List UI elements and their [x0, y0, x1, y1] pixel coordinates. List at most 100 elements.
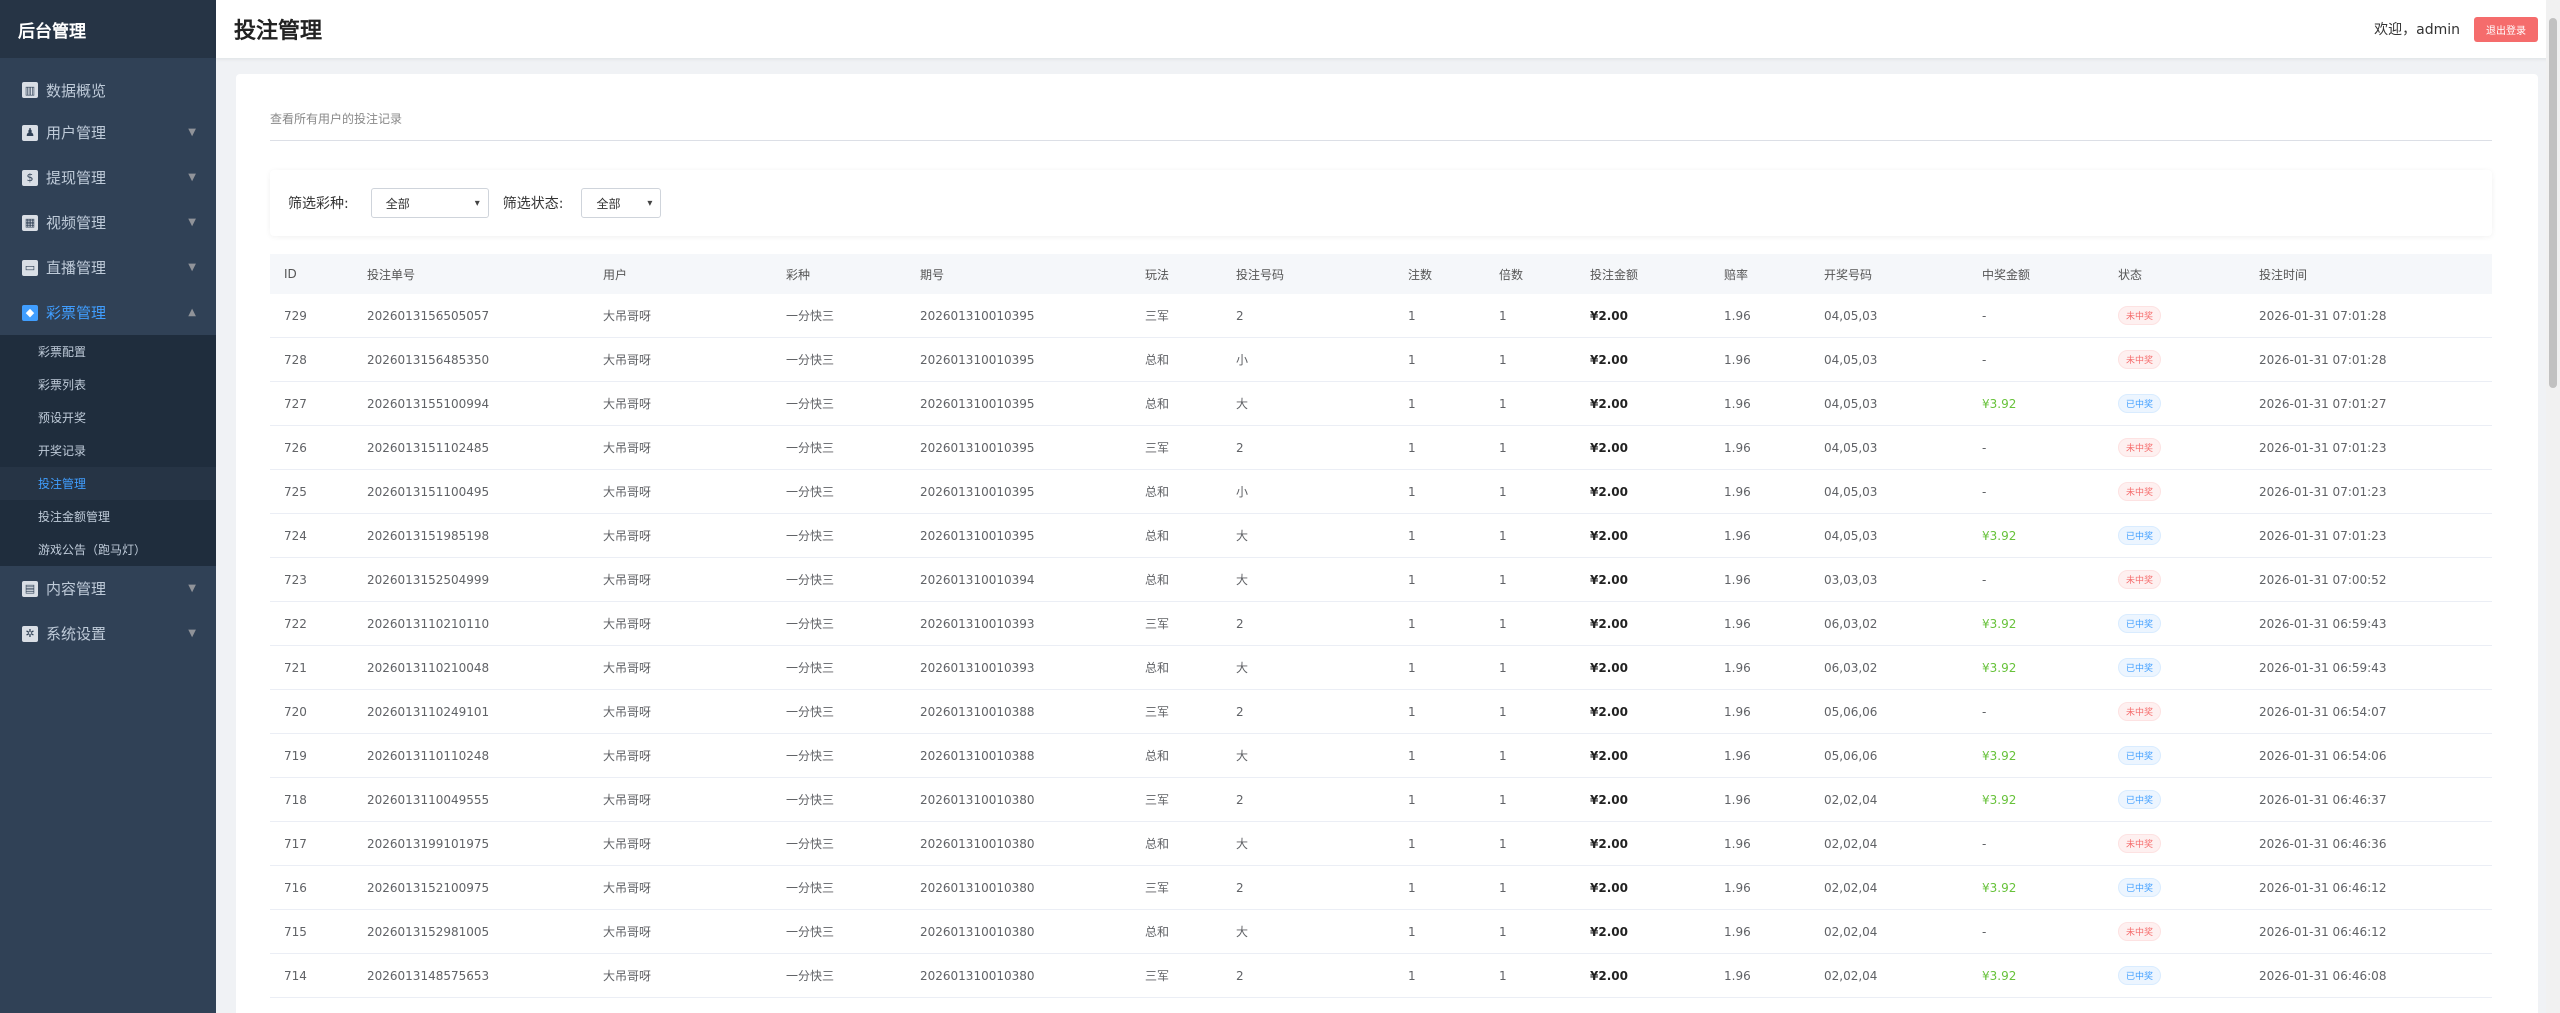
table-cell: 三军 — [1145, 793, 1170, 807]
submenu-item-game-notice[interactable]: 游戏公告（跑马灯） — [0, 533, 216, 566]
table-cell: 715 — [284, 924, 307, 939]
table-cell: 已中奖 — [2104, 966, 2245, 985]
table-cell: - — [1982, 704, 1987, 719]
page-title: 投注管理 — [234, 19, 323, 44]
submenu-item-draw-records[interactable]: 开奖记录 — [0, 434, 216, 467]
table-cell: ¥2.00 — [1590, 572, 1628, 587]
submenu-item-preset-draw[interactable]: 预设开奖 — [0, 401, 216, 434]
page-scrollbar[interactable] — [2546, 0, 2560, 1013]
table-cell: 总和 — [1145, 837, 1170, 851]
status-badge: 未中奖 — [2118, 306, 2162, 325]
table-cell: 大吊哥呀 — [603, 485, 652, 499]
table-cell: 2026-01-31 07:01:28 — [2259, 308, 2387, 323]
sidebar-item-settings[interactable]: ✲ 系统设置 ▼ — [0, 611, 216, 656]
table-cell: 202601310010393 — [920, 660, 1035, 675]
scrollbar-thumb[interactable] — [2549, 18, 2557, 388]
sidebar-item-dashboard[interactable]: ▥ 数据概览 — [0, 70, 216, 110]
submenu-item-lottery-config[interactable]: 彩票配置 — [0, 335, 216, 368]
table-cell: 04,05,03 — [1824, 484, 1878, 499]
table-row: 722 2026013110210110 大吊哥呀 一分快三 2026013100103… — [270, 602, 2492, 646]
sidebar-item-withdraw[interactable]: $ 提现管理 ▼ — [0, 155, 216, 200]
table-cell: 1 — [1499, 440, 1507, 455]
table-cell: 729 — [284, 308, 307, 323]
table-cell: 未中奖 — [2104, 482, 2245, 501]
table-cell: 大吊哥呀 — [603, 353, 652, 367]
table-cell: 2026013152100975 — [367, 880, 490, 895]
table-cell: 2 — [1236, 880, 1244, 895]
logout-button[interactable]: 退出登录 — [2474, 16, 2538, 42]
table-cell: ¥2.00 — [1590, 660, 1628, 675]
submenu-item-bet-management[interactable]: 投注管理 — [0, 467, 216, 500]
table-cell: ¥2.00 — [1590, 792, 1628, 807]
table-cell: 大吊哥呀 — [603, 881, 652, 895]
lottery-filter-value: 全部 — [385, 196, 410, 211]
table-cell: 1 — [1408, 528, 1416, 543]
sidebar-item-label: 系统设置 — [46, 625, 107, 643]
chevron-down-icon: ▾ — [647, 197, 653, 209]
sidebar-item-label: 用户管理 — [46, 124, 107, 142]
column-header: 赔率 — [1724, 267, 1749, 282]
table-row: 729 2026013156505057 大吊哥呀 一分快三 2026013100103… — [270, 294, 2492, 338]
caret-down-icon: ▼ — [188, 262, 196, 273]
table-cell: 02,02,04 — [1824, 880, 1878, 895]
table-cell: 720 — [284, 704, 307, 719]
table-row: 724 2026013151985198 大吊哥呀 一分快三 2026013100103… — [270, 514, 2492, 558]
column-header: 状态 — [2118, 267, 2143, 282]
table-cell: 已中奖 — [2104, 526, 2245, 545]
table-cell: - — [1982, 924, 1987, 939]
column-header: 投注金额 — [1590, 267, 1639, 282]
table-cell: 1 — [1408, 440, 1416, 455]
sidebar-title: 后台管理 — [18, 21, 86, 42]
table-cell: 大 — [1236, 573, 1249, 587]
table-cell: 202601310010380 — [920, 968, 1035, 983]
sidebar-item-label: 数据概览 — [46, 81, 107, 100]
submenu-item-bet-amount[interactable]: 投注金额管理 — [0, 500, 216, 533]
table-cell: 1 — [1408, 484, 1416, 499]
table-cell: 202601310010394 — [920, 572, 1035, 587]
table-cell: 202601310010380 — [920, 836, 1035, 851]
sidebar-item-videos[interactable]: ▦ 视频管理 ▼ — [0, 200, 216, 245]
sidebar-item-content[interactable]: ▤ 内容管理 ▼ — [0, 566, 216, 611]
sidebar-item-label: 彩票管理 — [46, 304, 107, 322]
table-cell: 1 — [1408, 352, 1416, 367]
table-cell: 1.96 — [1724, 528, 1751, 543]
table-cell: 04,05,03 — [1824, 440, 1878, 455]
table-cell: ¥3.92 — [1982, 880, 2017, 895]
table-cell: 714 — [284, 968, 307, 983]
table-row: 717 2026013199101975 大吊哥呀 一分快三 2026013100103… — [270, 822, 2492, 866]
table-cell: 1 — [1408, 968, 1416, 983]
table-cell: 一分快三 — [786, 617, 835, 631]
table-cell: ¥2.00 — [1590, 396, 1628, 411]
column-header: 开奖号码 — [1824, 267, 1873, 282]
table-cell: 726 — [284, 440, 307, 455]
table-cell: - — [1982, 484, 1987, 499]
gear-icon: ✲ — [22, 625, 38, 642]
table-cell: 1.96 — [1724, 308, 1751, 323]
table-cell: 04,05,03 — [1824, 528, 1878, 543]
table-row: 727 2026013155100994 大吊哥呀 一分快三 2026013100103… — [270, 382, 2492, 426]
table-cell: 728 — [284, 352, 307, 367]
table-cell: 大吊哥呀 — [603, 925, 652, 939]
lottery-filter-label: 筛选彩种: — [288, 196, 349, 212]
status-filter-select[interactable]: 全部 ▾ — [581, 188, 662, 218]
table-cell: 未中奖 — [2104, 438, 2245, 457]
table-cell: 已中奖 — [2104, 790, 2245, 809]
lottery-filter-select[interactable]: 全部 ▾ — [370, 188, 489, 218]
table-cell: 小 — [1236, 485, 1249, 499]
table-cell: 2026-01-31 07:01:23 — [2259, 440, 2387, 455]
sidebar-item-live[interactable]: ▭ 直播管理 ▼ — [0, 245, 216, 290]
submenu-item-lottery-list[interactable]: 彩票列表 — [0, 368, 216, 401]
table-cell: 716 — [284, 880, 307, 895]
table-cell: 04,05,03 — [1824, 396, 1878, 411]
table-cell: 总和 — [1145, 353, 1170, 367]
table-cell: 2026-01-31 06:46:08 — [2259, 968, 2387, 983]
table-cell: 202601310010395 — [920, 528, 1035, 543]
table-cell: 2026-01-31 06:54:06 — [2259, 748, 2387, 763]
table-row: 714 2026013148575653 大吊哥呀 一分快三 2026013100103… — [270, 954, 2492, 998]
sidebar-item-users[interactable]: ♟ 用户管理 ▼ — [0, 110, 216, 155]
divider — [270, 140, 2492, 141]
sidebar: 后台管理 ▥ 数据概览 ♟ 用户管理 ▼ $ 提现管理 ▼ ▦ 视频管理 ▼ ▭… — [0, 0, 216, 1013]
sidebar-item-lottery[interactable]: ◆ 彩票管理 ▲ — [0, 290, 216, 335]
table-cell: ¥2.00 — [1590, 968, 1628, 983]
table-cell: 未中奖 — [2104, 350, 2245, 369]
